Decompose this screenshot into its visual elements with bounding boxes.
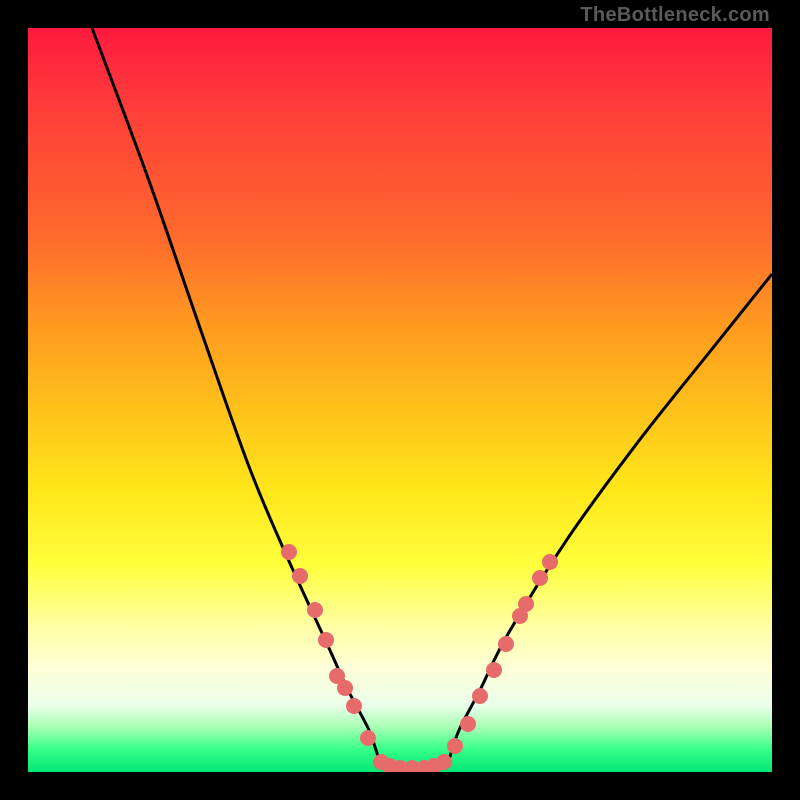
attribution-text: TheBottleneck.com (580, 4, 770, 27)
dot-valley-band (426, 758, 442, 772)
dot-left-dots (292, 568, 308, 584)
dot-left-dots (318, 632, 334, 648)
dot-right-dots (486, 662, 502, 678)
dot-left-dots (337, 680, 353, 696)
dot-right-dots (498, 636, 514, 652)
bottleneck-curve (92, 28, 772, 770)
dot-right-dots (518, 596, 534, 612)
chart-svg (28, 28, 772, 772)
dot-valley-band (373, 754, 389, 770)
dot-left-dots (307, 602, 323, 618)
dot-valley-band (392, 760, 408, 772)
dot-left-dots (329, 668, 345, 684)
dot-right-dots (447, 738, 463, 754)
dot-valley-band (416, 760, 432, 772)
chart-stage: TheBottleneck.com (0, 0, 800, 800)
dot-right-dots (532, 570, 548, 586)
dot-left-dots (360, 730, 376, 746)
dot-valley-band (436, 754, 452, 770)
dot-left-dots (281, 544, 297, 560)
dot-right-dots (512, 608, 528, 624)
dot-valley-band (382, 758, 398, 772)
dot-right-dots (460, 716, 476, 732)
dot-valley-band (404, 760, 420, 772)
dot-right-dots (472, 688, 488, 704)
plot-area (28, 28, 772, 772)
dot-right-dots (542, 554, 558, 570)
dot-left-dots (346, 698, 362, 714)
scatter-dots (281, 544, 558, 772)
